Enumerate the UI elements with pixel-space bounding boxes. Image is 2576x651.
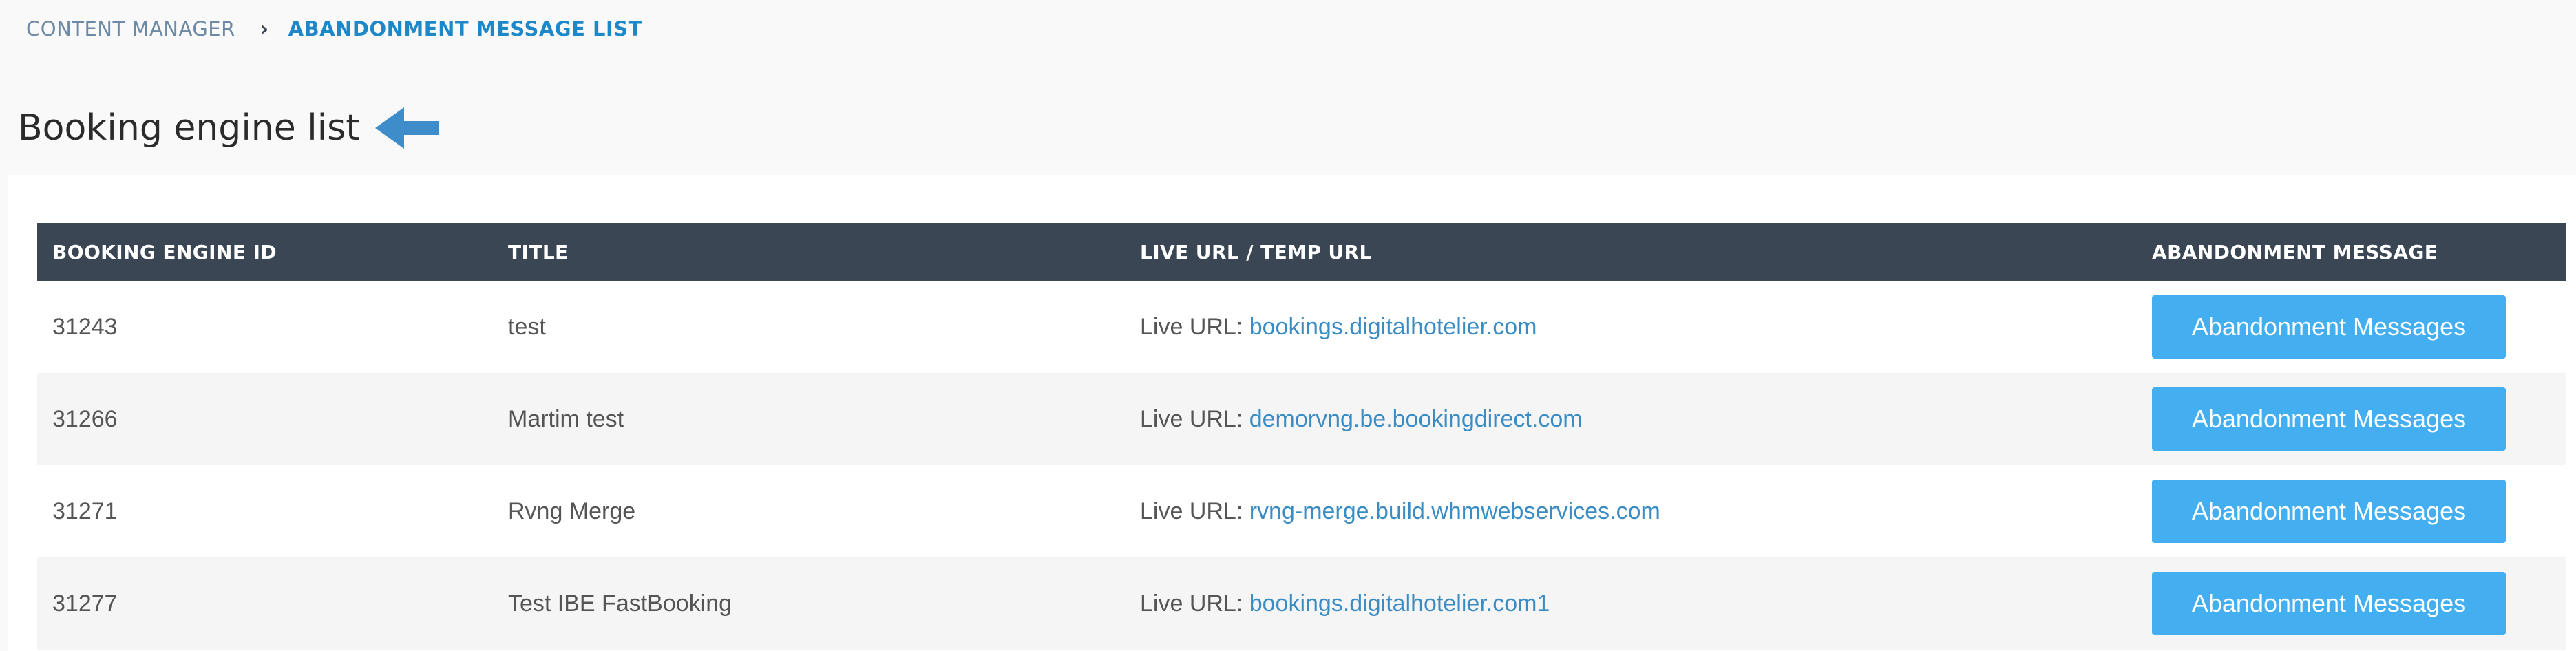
table-header: BOOKING ENGINE ID TITLE LIVE URL / TEMP … (37, 223, 2566, 281)
url-cell: Live URL: bookings.digitalhotelier.com1 (1140, 590, 1550, 617)
abandonment-messages-button[interactable]: Abandonment Messages (2152, 572, 2506, 635)
booking-engine-title: test (508, 313, 546, 340)
live-url-link[interactable]: bookings.digitalhotelier.com1 (1249, 590, 1550, 617)
abandonment-messages-button[interactable]: Abandonment Messages (2152, 480, 2506, 543)
booking-engine-title: Test IBE FastBooking (508, 590, 732, 617)
url-cell: Live URL: rvng-merge.build.whmwebservice… (1140, 498, 1660, 525)
breadcrumb-content-manager[interactable]: CONTENT MANAGER (26, 17, 235, 41)
url-label: Live URL: (1140, 590, 1243, 617)
url-cell: Live URL: demorvng.be.bookingdirect.com (1140, 406, 1583, 433)
column-header-id: BOOKING ENGINE ID (52, 240, 277, 264)
abandonment-messages-button[interactable]: Abandonment Messages (2152, 295, 2506, 359)
breadcrumb: CONTENT MANAGER › ABANDONMENT MESSAGE LI… (26, 15, 642, 43)
booking-engine-table: BOOKING ENGINE ID TITLE LIVE URL / TEMP … (37, 223, 2566, 650)
column-header-url: LIVE URL / TEMP URL (1140, 240, 1372, 264)
url-label: Live URL: (1140, 498, 1243, 524)
booking-engine-title: Martim test (508, 405, 624, 432)
arrow-left-icon[interactable] (374, 106, 441, 150)
table-row: 31243 test Live URL: bookings.digitalhot… (37, 281, 2566, 373)
page-title: Booking engine list (18, 107, 360, 149)
table-row: 31271 Rvng Merge Live URL: rvng-merge.bu… (37, 465, 2566, 557)
live-url-link[interactable]: bookings.digitalhotelier.com (1249, 314, 1537, 340)
table-row: 31277 Test IBE FastBooking Live URL: boo… (37, 557, 2566, 650)
url-cell: Live URL: bookings.digitalhotelier.com (1140, 314, 1537, 341)
live-url-link[interactable]: rvng-merge.build.whmwebservices.com (1249, 498, 1660, 524)
live-url-link[interactable]: demorvng.be.bookingdirect.com (1249, 406, 1583, 432)
column-header-abandonment: ABANDONMENT MESSAGE (2152, 240, 2438, 264)
chevron-right-icon: › (260, 17, 269, 41)
abandonment-messages-button[interactable]: Abandonment Messages (2152, 387, 2506, 451)
booking-engine-title: Rvng Merge (508, 498, 636, 524)
url-label: Live URL: (1140, 313, 1243, 340)
breadcrumb-current: ABANDONMENT MESSAGE LIST (288, 17, 642, 41)
booking-engine-id: 31271 (52, 498, 118, 524)
url-label: Live URL: (1140, 405, 1243, 432)
booking-engine-id: 31243 (52, 313, 118, 340)
page-header: Booking engine list (18, 103, 441, 153)
table-row: 31266 Martim test Live URL: demorvng.be.… (37, 373, 2566, 465)
column-header-title: TITLE (508, 240, 569, 264)
booking-engine-id: 31266 (52, 405, 118, 432)
booking-engine-id: 31277 (52, 590, 118, 617)
